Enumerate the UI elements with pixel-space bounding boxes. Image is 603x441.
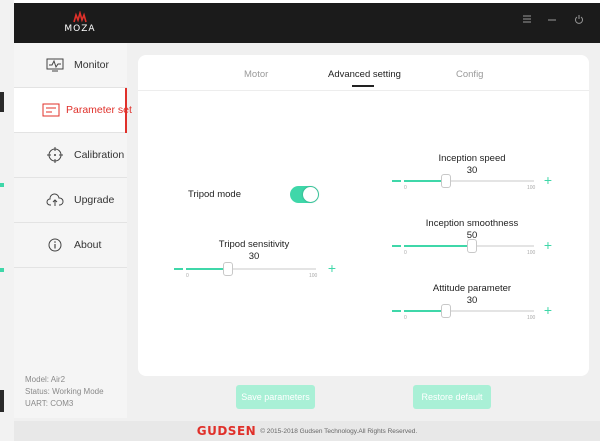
- inception-smoothness-label: Inception smoothness: [425, 218, 519, 229]
- increase-icon[interactable]: +: [326, 261, 338, 275]
- slider-fill: [404, 180, 443, 182]
- status-mode: Status: Working Mode: [25, 387, 104, 396]
- sidebar-item-calibration[interactable]: Calibration: [14, 133, 127, 178]
- slider-handle[interactable]: [441, 304, 451, 318]
- tripod-sensitivity-value: 30: [248, 251, 260, 262]
- toggle-knob: [303, 187, 318, 202]
- logo-text: MOZA: [64, 24, 96, 34]
- sidebar-item-label: Parameter set: [66, 104, 132, 116]
- slider-handle[interactable]: [467, 239, 477, 253]
- cloud-upload-icon: [42, 190, 68, 210]
- slider-min-label: 0: [186, 273, 189, 279]
- sidebar-item-label: About: [74, 239, 102, 251]
- tab-motor[interactable]: Motor: [244, 69, 268, 80]
- sidebar: Monitor Parameter set Calibration Upgrad…: [14, 43, 132, 418]
- tripod-mode-toggle[interactable]: [290, 186, 319, 203]
- menu-icon[interactable]: [522, 14, 532, 28]
- sidebar-item-about[interactable]: About: [14, 223, 127, 268]
- tab-advanced-setting[interactable]: Advanced setting: [328, 69, 401, 80]
- moza-logo-mark: [73, 11, 87, 23]
- sidebar-item-parameter-set[interactable]: Parameter set: [14, 88, 132, 133]
- slider-handle[interactable]: [441, 174, 451, 188]
- slider-fill: [404, 310, 443, 312]
- tripod-sensitivity-label: Tripod sensitivity: [218, 239, 290, 250]
- tab-config[interactable]: Config: [456, 69, 483, 80]
- background-window-edge: [0, 0, 14, 441]
- slider-max-label: 100: [527, 185, 536, 191]
- decrease-icon[interactable]: [392, 245, 401, 247]
- inception-speed-label: Inception speed: [438, 153, 506, 164]
- slider-min-label: 0: [404, 185, 407, 191]
- sidebar-item-monitor[interactable]: Monitor: [14, 43, 127, 88]
- settings-panel: Motor Advanced setting Config Tripod mod…: [138, 55, 589, 376]
- title-bar: MOZA: [14, 3, 600, 43]
- slider-min-label: 0: [404, 250, 407, 256]
- gudsen-logo: GUDSEN: [196, 424, 257, 438]
- attitude-parameter-value: 30: [466, 295, 478, 306]
- slider-track[interactable]: [404, 310, 534, 312]
- device-status: Model: Air2 Status: Working Mode UART: C…: [14, 374, 127, 410]
- attitude-parameter-label: Attitude parameter: [432, 283, 512, 294]
- sidebar-item-label: Monitor: [74, 59, 110, 71]
- app-root: MOZA Monitor Parameter set Calibration U…: [0, 0, 603, 441]
- sidebar-item-label: Calibration: [74, 149, 125, 161]
- save-parameters-button[interactable]: Save parameters: [236, 385, 315, 409]
- slider-fill: [186, 268, 225, 270]
- increase-icon[interactable]: +: [542, 303, 554, 317]
- decrease-icon[interactable]: [392, 180, 401, 182]
- copyright-text: © 2015-2018 Gudsen Technology.All Rights…: [260, 427, 418, 435]
- slider-max-label: 100: [527, 250, 536, 256]
- slider-handle[interactable]: [223, 262, 233, 276]
- slider-max-label: 100: [309, 273, 318, 279]
- moza-logo: MOZA: [60, 11, 100, 37]
- calibration-icon: [42, 145, 68, 165]
- footer: GUDSEN © 2015-2018 Gudsen Technology.All…: [14, 421, 600, 441]
- sidebar-item-label: Upgrade: [74, 194, 115, 206]
- power-icon[interactable]: [574, 14, 584, 28]
- tab-active-indicator: [352, 85, 374, 87]
- increase-icon[interactable]: +: [542, 238, 554, 252]
- increase-icon[interactable]: +: [542, 173, 554, 187]
- sidebar-item-upgrade[interactable]: Upgrade: [14, 178, 127, 223]
- status-model: Model: Air2: [25, 375, 66, 384]
- tripod-mode-label: Tripod mode: [188, 189, 241, 200]
- info-icon: [42, 235, 68, 255]
- status-uart: UART: COM3: [25, 399, 74, 408]
- app-window: MOZA Monitor Parameter set Calibration U…: [14, 3, 600, 441]
- monitor-icon: [42, 55, 68, 75]
- slider-track[interactable]: [186, 268, 316, 270]
- slider-min-label: 0: [404, 315, 407, 321]
- inception-speed-value: 30: [466, 165, 478, 176]
- slider-track[interactable]: [404, 180, 534, 182]
- minimize-icon[interactable]: [547, 14, 557, 28]
- parameter-icon: [42, 100, 60, 120]
- decrease-icon[interactable]: [174, 268, 183, 270]
- decrease-icon[interactable]: [392, 310, 401, 312]
- slider-fill: [404, 245, 469, 247]
- restore-default-button[interactable]: Restore default: [413, 385, 491, 409]
- tab-bar: Motor Advanced setting Config: [138, 55, 589, 91]
- slider-max-label: 100: [527, 315, 536, 321]
